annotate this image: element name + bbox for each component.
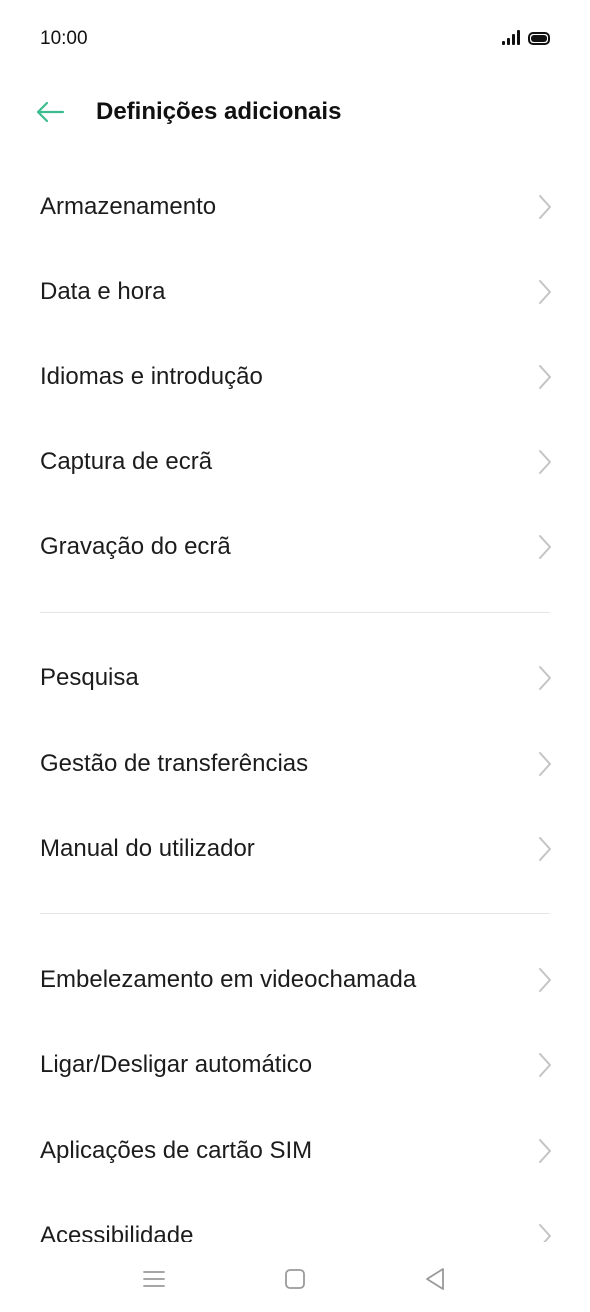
list-item-accessibility[interactable]: Acessibilidade — [0, 1193, 590, 1242]
back-nav-button[interactable] — [420, 1264, 450, 1294]
list-item-label: Idiomas e introdução — [40, 362, 263, 390]
settings-list[interactable]: Armazenamento Data e hora Idiomas e intr… — [0, 0, 590, 1242]
list-item-label: Data e hora — [40, 277, 166, 305]
list-item-label: Manual do utilizador — [40, 834, 255, 862]
list-item-search[interactable]: Pesquisa — [0, 635, 590, 720]
list-item-languages-input[interactable]: Idiomas e introdução — [0, 334, 590, 419]
list-item-label: Captura de ecrã — [40, 447, 213, 475]
home-icon — [285, 1269, 305, 1289]
group-divider — [40, 913, 550, 914]
chevron-right-icon — [539, 751, 551, 776]
list-item-screenshot[interactable]: Captura de ecrã — [0, 419, 590, 504]
chevron-right-icon — [539, 534, 551, 559]
list-item-label: Aplicações de cartão SIM — [40, 1136, 313, 1164]
chevron-right-icon — [539, 449, 551, 474]
list-item-label: Gestão de transferências — [40, 749, 309, 777]
chevron-right-icon — [539, 1052, 551, 1077]
chevron-right-icon — [539, 194, 551, 219]
home-button[interactable] — [280, 1264, 310, 1294]
chevron-right-icon — [539, 1223, 551, 1242]
chevron-right-icon — [539, 364, 551, 389]
list-item-sim-apps[interactable]: Aplicações de cartão SIM — [0, 1108, 590, 1193]
menu-icon — [143, 1271, 165, 1287]
list-item-storage[interactable]: Armazenamento — [0, 164, 590, 249]
list-item-label: Gravação do ecrã — [40, 532, 231, 560]
navigation-bar — [0, 1242, 590, 1312]
list-item-download-manager[interactable]: Gestão de transferências — [0, 721, 590, 806]
list-item-label: Acessibilidade — [40, 1221, 194, 1243]
list-item-label: Ligar/Desligar automático — [40, 1050, 313, 1078]
list-item-label: Armazenamento — [40, 192, 217, 220]
list-item-label: Pesquisa — [40, 663, 139, 691]
list-item-label: Embelezamento em videochamada — [40, 965, 417, 993]
group-divider — [40, 612, 550, 613]
chevron-right-icon — [539, 279, 551, 304]
chevron-right-icon — [539, 665, 551, 690]
list-item-screen-recording[interactable]: Gravação do ecrã — [0, 504, 590, 589]
recents-button[interactable] — [139, 1264, 169, 1294]
list-item-date-time[interactable]: Data e hora — [0, 249, 590, 334]
list-item-scheduled-power[interactable]: Ligar/Desligar automático — [0, 1022, 590, 1107]
back-triangle-icon — [426, 1268, 444, 1290]
list-item-video-call-beauty[interactable]: Embelezamento em videochamada — [0, 937, 590, 1022]
list-item-user-manual[interactable]: Manual do utilizador — [0, 806, 590, 891]
chevron-right-icon — [539, 836, 551, 861]
chevron-right-icon — [539, 967, 551, 992]
chevron-right-icon — [539, 1138, 551, 1163]
